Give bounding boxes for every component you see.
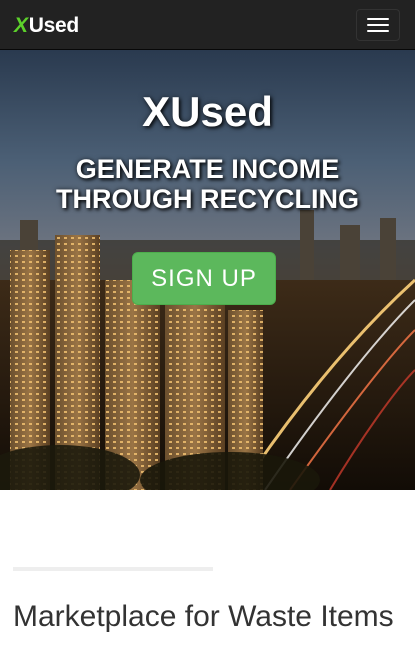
hero-banner: XUsed GENERATE INCOME THROUGH RECYCLING … <box>0 50 415 490</box>
hamburger-icon-bar <box>367 24 389 26</box>
hero-subtitle: GENERATE INCOME THROUGH RECYCLING <box>56 154 359 214</box>
brand-logo-text: Used <box>28 14 79 37</box>
hamburger-icon-bar <box>367 30 389 32</box>
hero-title: XUsed <box>142 88 273 135</box>
brand-logo-x: X <box>14 14 28 37</box>
sign-up-button[interactable]: SIGN UP <box>132 252 276 305</box>
navbar: X Used <box>0 0 415 50</box>
brand-logo[interactable]: X Used <box>14 15 79 37</box>
section-divider <box>13 567 213 571</box>
menu-toggle-button[interactable] <box>356 9 400 41</box>
section-title: Marketplace for Waste Items <box>13 600 394 633</box>
hamburger-icon <box>367 18 389 20</box>
